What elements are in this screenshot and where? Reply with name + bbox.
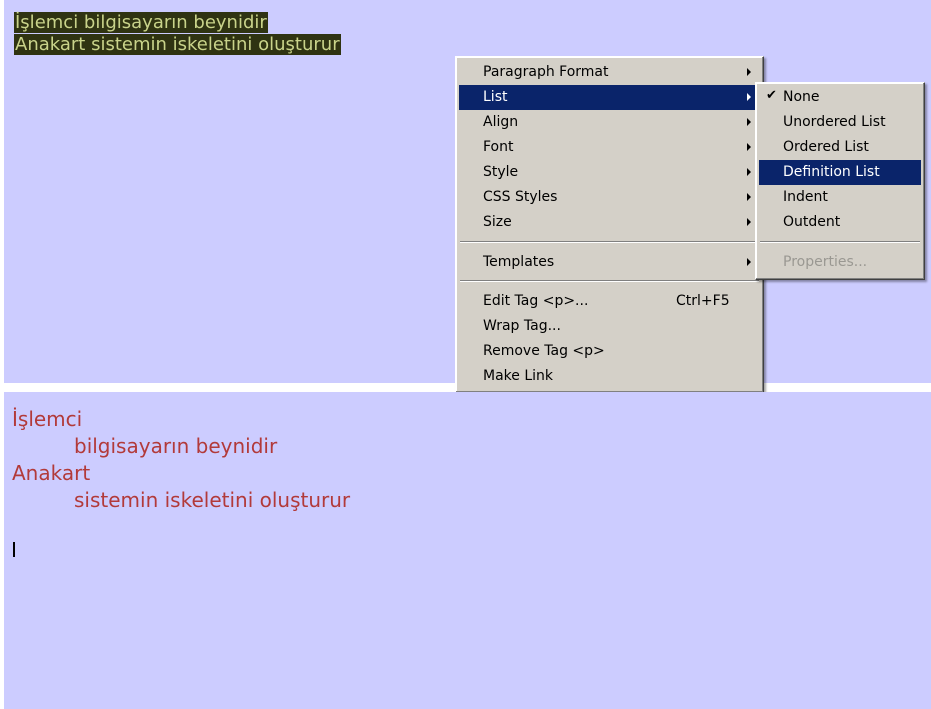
submenu-arrow-icon xyxy=(747,193,751,201)
list-submenu: ✔ None Unordered List Ordered List Defin… xyxy=(755,82,925,280)
submenu-arrow-icon xyxy=(747,258,751,266)
menu-item-wrap-tag[interactable]: Wrap Tag... xyxy=(459,314,760,339)
menu-separator xyxy=(760,241,920,243)
definition-description: sistemin iskeletini oluşturur xyxy=(74,488,351,512)
menu-item-list[interactable]: List xyxy=(459,85,760,110)
submenu-item-unordered-list[interactable]: Unordered List xyxy=(759,110,921,135)
shortcut-label: Ctrl+F5 xyxy=(676,293,730,309)
menu-separator xyxy=(460,241,759,243)
submenu-arrow-icon xyxy=(747,218,751,226)
menu-item-paragraph-format[interactable]: Paragraph Format xyxy=(459,60,760,85)
menu-item-css-styles[interactable]: CSS Styles xyxy=(459,185,760,210)
text-cursor xyxy=(13,542,15,557)
submenu-item-ordered-list[interactable]: Ordered List xyxy=(759,135,921,160)
definition-term: İşlemci xyxy=(12,407,83,431)
submenu-arrow-icon xyxy=(747,68,751,76)
submenu-item-properties[interactable]: Properties... xyxy=(759,250,921,275)
context-menu: Paragraph Format List Align Font Style C… xyxy=(455,56,764,392)
menu-item-edit-tag[interactable]: Edit Tag <p>... Ctrl+F5 xyxy=(459,289,760,314)
menu-item-size[interactable]: Size xyxy=(459,210,760,235)
menu-item-remove-tag[interactable]: Remove Tag <p> xyxy=(459,339,760,364)
submenu-item-definition-list[interactable]: Definition List xyxy=(759,160,921,185)
menu-item-style[interactable]: Style xyxy=(459,160,760,185)
definition-term: Anakart xyxy=(12,461,91,485)
menu-item-font[interactable]: Font xyxy=(459,135,760,160)
definition-description: bilgisayarın beynidir xyxy=(74,434,278,458)
checkmark-icon: ✔ xyxy=(766,88,777,103)
definition-list: İşlemci bilgisayarın beynidir Anakart si… xyxy=(12,406,350,514)
selected-text-line[interactable]: Anakart sistemin iskeletini oluşturur xyxy=(14,34,341,55)
submenu-arrow-icon xyxy=(747,93,751,101)
menu-item-templates[interactable]: Templates xyxy=(459,250,760,275)
submenu-arrow-icon xyxy=(747,168,751,176)
submenu-arrow-icon xyxy=(747,118,751,126)
submenu-item-none[interactable]: ✔ None xyxy=(759,85,921,110)
submenu-arrow-icon xyxy=(747,143,751,151)
menu-item-make-link[interactable]: Make Link xyxy=(459,364,760,389)
submenu-item-indent[interactable]: Indent xyxy=(759,185,921,210)
selected-text-line[interactable]: İşlemci bilgisayarın beynidir xyxy=(14,12,268,33)
menu-separator xyxy=(460,280,759,282)
menu-item-align[interactable]: Align xyxy=(459,110,760,135)
editor-panel-after[interactable]: İşlemci bilgisayarın beynidir Anakart si… xyxy=(4,392,931,709)
submenu-item-outdent[interactable]: Outdent xyxy=(759,210,921,235)
